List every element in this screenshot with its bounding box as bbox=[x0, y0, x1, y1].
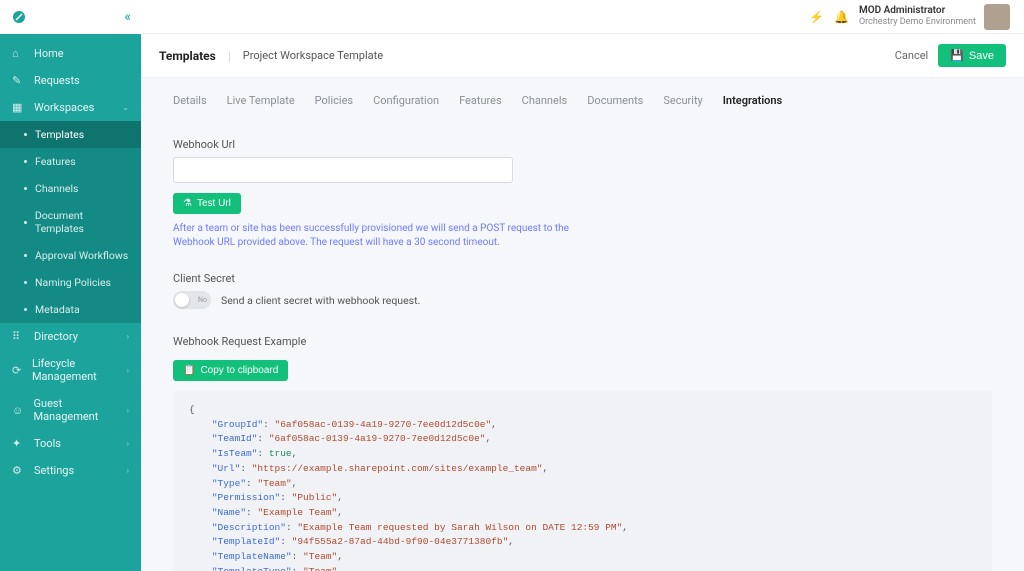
cancel-button[interactable]: Cancel bbox=[895, 49, 928, 62]
avatar bbox=[984, 4, 1010, 30]
save-icon: 💾 bbox=[950, 49, 964, 62]
nav-label: Guest Management bbox=[34, 397, 127, 423]
bell-icon[interactable]: 🔔 bbox=[834, 10, 849, 24]
tab-policies[interactable]: Policies bbox=[315, 94, 353, 111]
nav-settings[interactable]: ⚙ Settings › bbox=[0, 457, 141, 484]
nav-label: Document Templates bbox=[35, 209, 129, 235]
nav-label: Home bbox=[34, 47, 64, 60]
nav-label: Metadata bbox=[35, 303, 80, 316]
send-icon: ✎ bbox=[12, 74, 26, 87]
tab-security[interactable]: Security bbox=[663, 94, 702, 111]
webhook-url-input[interactable] bbox=[173, 157, 513, 183]
client-secret-label: Client Secret bbox=[173, 272, 992, 285]
nav-sub-approval[interactable]: Approval Workflows bbox=[0, 242, 141, 269]
breadcrumb-main: Templates bbox=[159, 49, 216, 63]
test-url-button[interactable]: ⚗ Test Url bbox=[173, 193, 241, 214]
home-icon: ⌂ bbox=[12, 47, 26, 60]
chevron-right-icon: › bbox=[127, 332, 129, 341]
chevron-right-icon: › bbox=[127, 366, 129, 375]
content: Details Live Template Policies Configura… bbox=[141, 78, 1024, 571]
nav-label: Tools bbox=[34, 437, 61, 450]
chevron-down-icon: ⌄ bbox=[122, 103, 129, 112]
tabs: Details Live Template Policies Configura… bbox=[173, 78, 992, 122]
nav-sub-channels[interactable]: Channels bbox=[0, 175, 141, 202]
chevron-right-icon: › bbox=[127, 466, 129, 475]
client-secret-toggle[interactable]: No bbox=[173, 291, 211, 309]
nav-label: Requests bbox=[34, 74, 80, 87]
tab-configuration[interactable]: Configuration bbox=[373, 94, 439, 111]
webhook-help-text: After a team or site has been successful… bbox=[173, 222, 593, 250]
nav-label: Approval Workflows bbox=[35, 249, 128, 262]
toggle-state: No bbox=[198, 296, 207, 304]
tab-details[interactable]: Details bbox=[173, 94, 207, 111]
test-url-label: Test Url bbox=[197, 198, 231, 209]
bolt-icon[interactable]: ⚡ bbox=[809, 10, 824, 24]
nav-sub-features[interactable]: Features bbox=[0, 148, 141, 175]
user-env: Orchestry Demo Environment bbox=[859, 17, 976, 28]
nav-lifecycle[interactable]: ⟳ Lifecycle Management› bbox=[0, 350, 141, 390]
breadcrumb-sub: Project Workspace Template bbox=[243, 49, 383, 62]
nav-sub-naming[interactable]: Naming Policies bbox=[0, 269, 141, 296]
nav-label: Naming Policies bbox=[35, 276, 111, 289]
copy-clipboard-button[interactable]: 📋 Copy to clipboard bbox=[173, 360, 288, 381]
nav-sub-metadata[interactable]: Metadata bbox=[0, 296, 141, 323]
topbar: ⚡ 🔔 MOD Administrator Orchestry Demo Env… bbox=[141, 0, 1024, 34]
nav-label: Features bbox=[35, 155, 76, 168]
example-label: Webhook Request Example bbox=[173, 335, 992, 348]
nav-home[interactable]: ⌂ Home bbox=[0, 40, 141, 67]
gear-icon: ⚙ bbox=[12, 464, 26, 477]
nav-workspaces-sub: Templates Features Channels Document Tem… bbox=[0, 121, 141, 323]
logo-bar: « bbox=[0, 0, 141, 34]
nav-sub-doc-templates[interactable]: Document Templates bbox=[0, 202, 141, 242]
collapse-sidebar-icon[interactable]: « bbox=[124, 9, 131, 25]
nav-guest[interactable]: ☺ Guest Management› bbox=[0, 390, 141, 430]
tab-documents[interactable]: Documents bbox=[587, 94, 643, 111]
users-icon: ⠿ bbox=[12, 330, 26, 343]
nav-tools[interactable]: ✦ Tools › bbox=[0, 430, 141, 457]
copy-label: Copy to clipboard bbox=[200, 365, 278, 376]
wrench-icon: ✦ bbox=[12, 437, 26, 450]
tab-live-template[interactable]: Live Template bbox=[227, 94, 295, 111]
chevron-right-icon: › bbox=[127, 406, 129, 415]
guest-icon: ☺ bbox=[12, 404, 26, 417]
nav: ⌂ Home ✎ Requests ▦ Workspaces ⌄ Templates F… bbox=[0, 34, 141, 571]
user-menu[interactable]: MOD Administrator Orchestry Demo Environ… bbox=[859, 4, 1010, 30]
nav-label: Lifecycle Management bbox=[32, 357, 127, 383]
nav-label: Settings bbox=[34, 464, 74, 477]
refresh-icon: ⟳ bbox=[12, 364, 24, 377]
webhook-url-label: Webhook Url bbox=[173, 138, 992, 151]
nav-requests[interactable]: ✎ Requests bbox=[0, 67, 141, 94]
nav-sub-templates[interactable]: Templates bbox=[0, 121, 141, 148]
breadcrumb-bar: Templates | Project Workspace Template C… bbox=[141, 34, 1024, 78]
nav-label: Channels bbox=[35, 182, 78, 195]
nav-directory[interactable]: ⠿ Directory › bbox=[0, 323, 141, 350]
tab-features[interactable]: Features bbox=[459, 94, 502, 111]
save-label: Save bbox=[969, 50, 994, 62]
client-secret-toggle-text: Send a client secret with webhook reques… bbox=[221, 294, 420, 307]
tab-channels[interactable]: Channels bbox=[522, 94, 568, 111]
clipboard-icon: 📋 bbox=[183, 365, 195, 376]
tab-integrations[interactable]: Integrations bbox=[723, 94, 782, 111]
grid-icon: ▦ bbox=[12, 101, 26, 114]
save-button[interactable]: 💾 Save bbox=[938, 44, 1006, 67]
breadcrumb-sep: | bbox=[228, 49, 231, 63]
nav-workspaces[interactable]: ▦ Workspaces ⌄ bbox=[0, 94, 141, 121]
webhook-example-json: { "GroupId": "6af058ac-0139-4a19-9270-7e… bbox=[173, 391, 992, 571]
sidebar: « ⌂ Home ✎ Requests ▦ Workspaces ⌄ Templates… bbox=[0, 0, 141, 571]
chevron-right-icon: › bbox=[127, 439, 129, 448]
nav-label: Workspaces bbox=[34, 101, 94, 114]
user-name: MOD Administrator bbox=[859, 5, 976, 17]
app-logo-icon bbox=[10, 8, 28, 26]
flask-icon: ⚗ bbox=[183, 198, 192, 209]
main: ⚡ 🔔 MOD Administrator Orchestry Demo Env… bbox=[141, 0, 1024, 571]
nav-label: Directory bbox=[34, 330, 78, 343]
nav-label: Templates bbox=[35, 128, 84, 141]
